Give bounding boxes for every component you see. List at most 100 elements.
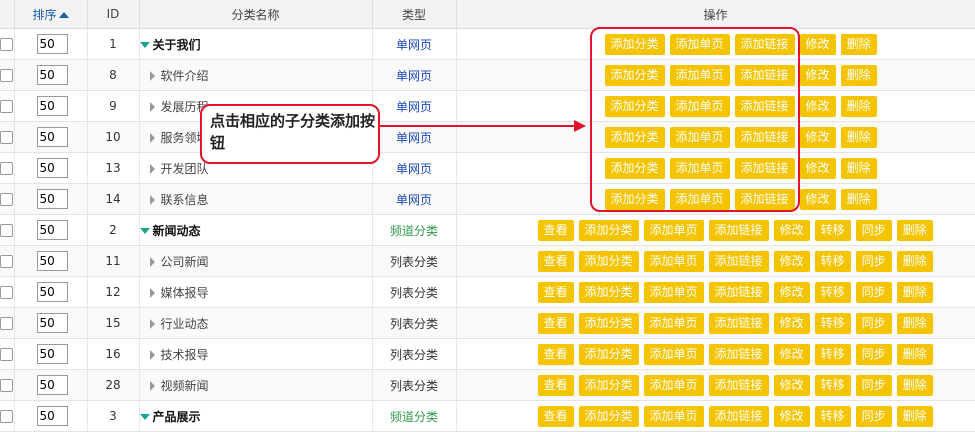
row-checkbox[interactable] — [0, 286, 14, 299]
op-button[interactable]: 添加单页 — [643, 312, 704, 334]
sort-order-input[interactable] — [36, 158, 68, 178]
row-checkbox[interactable] — [0, 255, 14, 268]
op-button[interactable]: 修改 — [773, 343, 810, 365]
row-checkbox[interactable] — [0, 379, 14, 392]
op-button[interactable]: 添加分类 — [578, 374, 639, 396]
op-button[interactable]: 添加分类 — [578, 219, 639, 241]
sort-order-input[interactable] — [36, 282, 68, 302]
op-button[interactable]: 添加分类 — [578, 281, 639, 303]
op-button[interactable]: 添加单页 — [643, 250, 704, 272]
op-button[interactable]: 查看 — [537, 374, 574, 396]
op-button[interactable]: 转移 — [814, 281, 851, 303]
sort-order-input[interactable] — [36, 375, 68, 395]
op-button[interactable]: 修改 — [799, 64, 836, 86]
op-button[interactable]: 修改 — [799, 33, 836, 55]
op-button[interactable]: 同步 — [855, 250, 892, 272]
triangle-down-icon[interactable] — [139, 414, 150, 420]
op-button[interactable]: 同步 — [855, 343, 892, 365]
op-button[interactable]: 添加链接 — [708, 312, 769, 334]
sort-order-input[interactable] — [36, 65, 68, 85]
op-button[interactable]: 删除 — [840, 157, 877, 179]
op-button[interactable]: 添加链接 — [708, 250, 769, 272]
row-checkbox[interactable] — [0, 348, 14, 361]
op-button[interactable]: 查看 — [537, 219, 574, 241]
row-checkbox[interactable] — [0, 224, 14, 237]
op-button[interactable]: 添加链接 — [708, 281, 769, 303]
op-button[interactable]: 添加单页 — [643, 374, 704, 396]
sort-order-input[interactable] — [36, 344, 68, 364]
op-button[interactable]: 同步 — [855, 374, 892, 396]
row-checkbox[interactable] — [0, 69, 14, 82]
op-button[interactable]: 添加单页 — [643, 405, 704, 427]
op-button[interactable]: 修改 — [799, 126, 836, 148]
sort-order-input[interactable] — [36, 127, 68, 147]
op-button[interactable]: 修改 — [799, 95, 836, 117]
sort-order-input[interactable] — [36, 251, 68, 271]
op-button[interactable]: 删除 — [840, 188, 877, 210]
op-button[interactable]: 修改 — [773, 405, 810, 427]
op-button[interactable]: 删除 — [896, 281, 933, 303]
op-button[interactable]: 查看 — [537, 343, 574, 365]
op-button[interactable]: 修改 — [773, 281, 810, 303]
category-name-cell: 新闻动态 — [139, 214, 373, 246]
op-button[interactable]: 修改 — [773, 374, 810, 396]
op-button[interactable]: 同步 — [855, 312, 892, 334]
op-button[interactable]: 删除 — [840, 64, 877, 86]
op-button[interactable]: 删除 — [840, 33, 877, 55]
sort-order-input[interactable] — [36, 406, 68, 426]
op-button[interactable]: 修改 — [773, 250, 810, 272]
op-button[interactable]: 删除 — [896, 343, 933, 365]
op-button[interactable]: 删除 — [896, 250, 933, 272]
row-checkbox[interactable] — [0, 38, 14, 51]
row-checkbox[interactable] — [0, 131, 14, 144]
op-button[interactable]: 查看 — [537, 405, 574, 427]
op-button[interactable]: 转移 — [814, 343, 851, 365]
op-button[interactable]: 修改 — [773, 219, 810, 241]
op-button[interactable]: 转移 — [814, 250, 851, 272]
row-checkbox[interactable] — [0, 317, 14, 330]
op-button[interactable]: 添加分类 — [578, 405, 639, 427]
op-button[interactable]: 添加单页 — [643, 281, 704, 303]
op-button[interactable]: 同步 — [855, 405, 892, 427]
op-button[interactable]: 查看 — [537, 312, 574, 334]
op-button[interactable]: 添加链接 — [708, 405, 769, 427]
op-button[interactable]: 添加链接 — [708, 343, 769, 365]
op-button[interactable]: 修改 — [773, 312, 810, 334]
op-button[interactable]: 转移 — [814, 374, 851, 396]
op-button[interactable]: 查看 — [537, 250, 574, 272]
op-button[interactable]: 添加单页 — [643, 219, 704, 241]
op-button[interactable]: 添加分类 — [578, 312, 639, 334]
op-button[interactable]: 添加单页 — [643, 343, 704, 365]
op-button[interactable]: 删除 — [896, 374, 933, 396]
op-button[interactable]: 修改 — [799, 157, 836, 179]
op-button[interactable]: 删除 — [896, 312, 933, 334]
sort-order-input[interactable] — [36, 96, 68, 116]
op-button[interactable]: 修改 — [799, 188, 836, 210]
row-checkbox[interactable] — [0, 162, 14, 175]
sort-order-input[interactable] — [36, 189, 68, 209]
sort-order-input[interactable] — [36, 220, 68, 240]
sort-order-input[interactable] — [36, 34, 68, 54]
op-button[interactable]: 查看 — [537, 281, 574, 303]
op-button[interactable]: 转移 — [814, 219, 851, 241]
sort-order-input[interactable] — [36, 313, 68, 333]
header-sort[interactable]: 排序 — [14, 0, 88, 29]
op-button[interactable]: 删除 — [840, 95, 877, 117]
triangle-down-icon[interactable] — [139, 228, 150, 234]
op-button[interactable]: 添加分类 — [578, 250, 639, 272]
op-button[interactable]: 添加分类 — [578, 343, 639, 365]
op-button[interactable]: 删除 — [896, 405, 933, 427]
row-checkbox[interactable] — [0, 410, 14, 423]
op-button[interactable]: 添加链接 — [708, 219, 769, 241]
op-button[interactable]: 删除 — [840, 126, 877, 148]
row-checkbox[interactable] — [0, 100, 14, 113]
op-button[interactable]: 转移 — [814, 405, 851, 427]
op-button[interactable]: 添加链接 — [708, 374, 769, 396]
op-button[interactable]: 同步 — [855, 281, 892, 303]
row-checkbox[interactable] — [0, 193, 14, 206]
op-button[interactable]: 删除 — [896, 219, 933, 241]
annotation-arrow-head — [574, 120, 586, 132]
triangle-down-icon[interactable] — [139, 42, 150, 48]
op-button[interactable]: 同步 — [855, 219, 892, 241]
op-button[interactable]: 转移 — [814, 312, 851, 334]
